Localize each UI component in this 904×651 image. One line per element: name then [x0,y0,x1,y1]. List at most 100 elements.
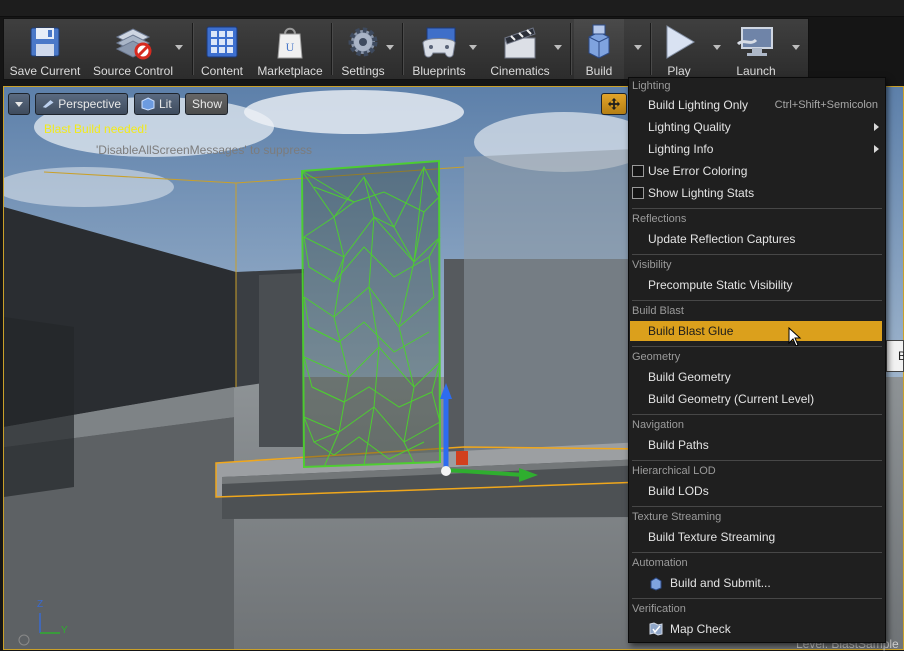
menu-section-texture-streaming: Texture Streaming [632,511,722,523]
cinematics-label: Cinematics [490,64,550,78]
launch-button[interactable]: Launch [730,19,782,79]
build-and-submit-icon [648,575,664,591]
map-check-item[interactable]: Map Check [630,619,882,639]
map-check-icon [648,621,664,637]
menu-divider [632,552,882,553]
save-current-label: Save Current [9,64,81,78]
build-blocks-icon [579,22,619,62]
content-label: Content [200,64,244,78]
build-texture-streaming-label: Build Texture Streaming [648,530,776,544]
suppress-messages-hint: 'DisableAllScreenMessages' to suppress [96,143,313,157]
menu-divider [632,346,882,347]
toolbar-separator [402,23,404,75]
lit-label: Lit [159,97,172,111]
content-grid-icon [202,22,242,62]
submenu-arrow-icon [874,123,879,131]
build-paths-item[interactable]: Build Paths [630,435,882,455]
show-lighting-stats-item[interactable]: Show Lighting Stats [630,183,882,203]
marketplace-button[interactable]: U Marketplace [252,19,328,79]
build-geometry-label: Build Geometry [648,370,731,384]
lighting-quality-item[interactable]: Lighting Quality [630,117,882,137]
precompute-static-visibility-item[interactable]: Precompute Static Visibility [630,275,882,295]
play-button[interactable]: Play [654,19,704,79]
menu-section-lighting: Lighting [632,80,671,92]
build-button[interactable]: Build [574,19,624,79]
build-dropdown-menu: Lighting Build Lighting Only Ctrl+Shift+… [628,77,886,643]
precompute-static-visibility-label: Precompute Static Visibility [648,278,793,292]
use-error-coloring-label: Use Error Coloring [648,164,748,178]
menu-divider [632,460,882,461]
build-and-submit-label: Build and Submit... [670,576,771,590]
source-control-button[interactable]: Source Control [90,19,176,79]
cinematics-button[interactable]: Cinematics [484,19,556,79]
title-strip [0,0,904,17]
marketplace-bag-icon: U [270,22,310,62]
build-blast-glue-label: Build Blast Glue [648,324,734,338]
menu-section-build-blast: Build Blast [632,305,684,317]
launch-monitor-icon [736,22,776,62]
blueprints-button[interactable]: Blueprints [406,19,472,79]
menu-divider [632,598,882,599]
floppy-disk-icon [25,22,65,62]
build-dropdown-icon[interactable] [634,45,642,50]
side-tooltip-tab: B [886,340,904,372]
perspective-label: Perspective [58,97,121,111]
show-label: Show [192,97,223,111]
use-error-coloring-item[interactable]: Use Error Coloring [630,161,882,181]
mouse-cursor-icon [788,327,802,347]
cinematics-dropdown-icon[interactable] [554,45,562,50]
axis-z-label: Z [37,599,44,610]
show-lighting-stats-checkbox[interactable] [632,187,644,199]
build-geometry-current-level-label: Build Geometry (Current Level) [648,392,815,406]
build-blast-glue-item[interactable]: Build Blast Glue [630,321,882,347]
use-error-coloring-checkbox[interactable] [632,165,644,177]
menu-divider [632,414,882,415]
blast-build-warning: Blast Build needed! [44,122,148,136]
menu-section-reflections: Reflections [632,213,687,225]
save-current-button[interactable]: Save Current [6,19,84,79]
marketplace-label: Marketplace [257,64,323,78]
update-reflection-captures-item[interactable]: Update Reflection Captures [630,229,882,249]
perspective-button[interactable]: Perspective [35,93,128,115]
menu-section-automation: Automation [632,557,688,569]
toolbar-separator [570,23,572,75]
settings-dropdown-icon[interactable] [386,45,394,50]
build-geometry-current-level-item[interactable]: Build Geometry (Current Level) [630,389,882,409]
menu-section-navigation: Navigation [632,419,684,431]
build-texture-streaming-item[interactable]: Build Texture Streaming [630,527,882,547]
build-and-submit-item[interactable]: Build and Submit... [630,573,882,593]
build-geometry-item[interactable]: Build Geometry [630,367,882,387]
viewport-options-button[interactable] [8,93,30,115]
content-button[interactable]: Content [196,19,248,79]
build-label: Build [585,64,613,78]
menu-section-verification: Verification [632,603,686,615]
build-lighting-shortcut: Ctrl+Shift+Semicolon [774,99,878,111]
lighting-info-item[interactable]: Lighting Info [630,139,882,159]
launch-label: Launch [736,64,776,78]
play-dropdown-icon[interactable] [713,45,721,50]
play-triangle-icon [659,22,699,62]
perspective-icon [42,100,54,108]
submenu-arrow-icon [874,145,879,153]
source-control-dropdown-icon[interactable] [175,45,183,50]
show-button[interactable]: Show [185,93,228,115]
menu-divider [632,208,882,209]
move-arrows-icon [608,98,620,110]
build-lighting-only-label: Build Lighting Only [648,98,749,112]
launch-dropdown-icon[interactable] [792,45,800,50]
lighting-quality-label: Lighting Quality [648,120,731,134]
settings-button[interactable]: Settings [334,19,392,79]
lit-cube-icon [141,97,155,111]
blueprints-dropdown-icon[interactable] [469,45,477,50]
build-lighting-only-item[interactable]: Build Lighting Only Ctrl+Shift+Semicolon [630,95,882,115]
menu-section-geometry: Geometry [632,351,681,363]
svg-text:U: U [286,40,295,54]
source-control-label: Source Control [92,64,174,78]
lit-button[interactable]: Lit [134,93,180,115]
main-toolbar: Save Current Source Control Content U Ma… [3,18,809,80]
lighting-info-label: Lighting Info [648,142,714,156]
clapperboard-icon [500,22,540,62]
update-reflection-captures-label: Update Reflection Captures [648,232,796,246]
build-lods-item[interactable]: Build LODs [630,481,882,501]
transform-mode-button[interactable] [601,93,627,115]
